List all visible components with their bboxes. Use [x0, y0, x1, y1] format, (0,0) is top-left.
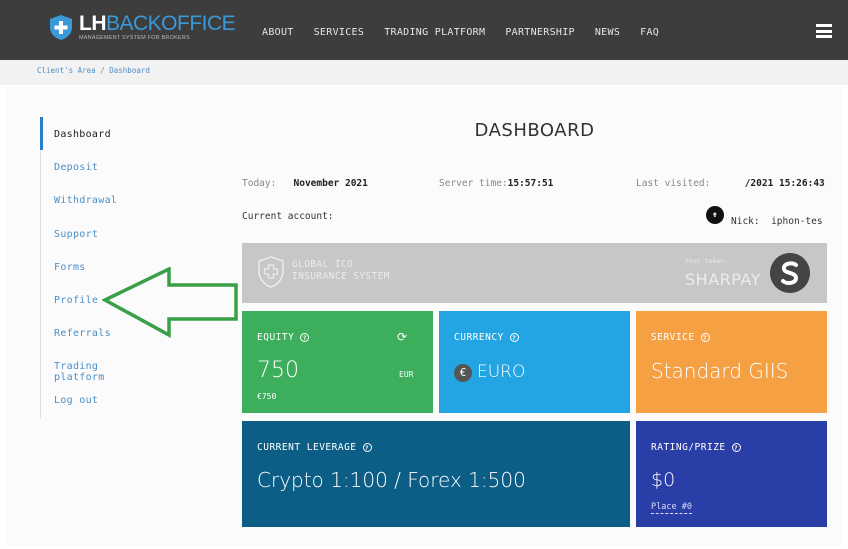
- help-icon[interactable]: ?: [731, 443, 741, 452]
- euro-coin-icon: €: [454, 364, 472, 382]
- logo[interactable]: LHBACKOFFICE MANAGEMENT SYSTEM FOR BROKE…: [50, 12, 236, 41]
- sidebar-item-forms[interactable]: Forms: [54, 262, 86, 273]
- sidebar-item-log-out[interactable]: Log out: [54, 395, 98, 406]
- help-icon[interactable]: ?: [700, 333, 710, 342]
- nick-info: Nick: iphon-tes: [731, 216, 823, 227]
- arrow-annotation-icon: [102, 267, 238, 338]
- rating-card: RATING/PRIZE? $0 Place #0: [636, 421, 827, 527]
- breadcrumb-home[interactable]: Client's Area: [37, 66, 96, 75]
- avatar[interactable]: ⇟: [706, 206, 724, 224]
- breadcrumb-current[interactable]: Dashboard: [109, 66, 150, 75]
- help-icon[interactable]: ?: [362, 443, 372, 452]
- sidebar-item-trading-platform[interactable]: Trading platform: [54, 361, 150, 383]
- shield-logo-icon: [50, 15, 72, 40]
- giis-banner[interactable]: GLOBAL ICO INSURANCE SYSTEM Your token: …: [242, 243, 827, 303]
- currency-title: CURRENCY: [454, 332, 504, 343]
- sidebar-item-deposit[interactable]: Deposit: [54, 162, 98, 173]
- equity-card: EQUITY? ⟳ 750 EUR €750: [242, 311, 433, 413]
- currency-value: EURO: [477, 362, 526, 382]
- server-time-info: Server time:15:57:51: [439, 178, 553, 189]
- page-title: DASHBOARD: [474, 120, 595, 141]
- breadcrumb-separator: /: [100, 66, 105, 75]
- banner-line2: INSURANCE SYSTEM: [292, 271, 390, 282]
- leverage-card: CURRENT LEVERAGE? Crypto 1:100 / Forex 1…: [242, 421, 630, 527]
- top-navbar: LHBACKOFFICE MANAGEMENT SYSTEM FOR BROKE…: [0, 0, 848, 60]
- server-time-label: Server time:: [439, 178, 508, 189]
- service-card: SERVICE? Standard GIIS: [636, 311, 827, 413]
- equity-title: EQUITY: [257, 332, 295, 343]
- banner-text: GLOBAL ICO INSURANCE SYSTEM: [292, 259, 390, 283]
- current-account-label: Current account:: [242, 211, 334, 222]
- leverage-title: CURRENT LEVERAGE: [257, 442, 357, 453]
- logo-lh-text: LH: [79, 12, 107, 35]
- insurance-shield-icon: [258, 256, 284, 288]
- token-label: Your token:: [685, 257, 729, 265]
- logo-subtitle: MANAGEMENT SYSTEM FOR BROKERS: [79, 35, 190, 41]
- help-icon[interactable]: ?: [300, 333, 310, 342]
- currency-card: CURRENCY? € EURO: [439, 311, 630, 413]
- banner-line1: GLOBAL ICO: [292, 259, 354, 270]
- nav-partnership[interactable]: PARTNERSHIP: [505, 27, 575, 38]
- leverage-value: Crypto 1:100 / Forex 1:500: [257, 468, 526, 492]
- today-info: Today: November 2021: [242, 178, 368, 189]
- breadcrumb-bar: Client's Area / Dashboard: [0, 60, 848, 85]
- place-link[interactable]: Place #0: [651, 502, 692, 514]
- sidebar-item-support[interactable]: Support: [54, 229, 98, 240]
- rating-value: $0: [651, 469, 676, 491]
- nav-trading-platform[interactable]: TRADING PLATFORM: [384, 27, 485, 38]
- today-label: Today:: [242, 178, 277, 189]
- rating-title: RATING/PRIZE: [651, 442, 726, 453]
- nav-services[interactable]: SERVICES: [314, 27, 365, 38]
- service-title: SERVICE: [651, 332, 695, 343]
- sidebar-item-withdrawal[interactable]: Withdrawal: [54, 195, 117, 206]
- logo-backoffice-text: BACKOFFICE: [106, 12, 236, 35]
- nav-news[interactable]: NEWS: [595, 27, 620, 38]
- sidebar-item-dashboard[interactable]: Dashboard: [54, 129, 111, 140]
- equity-currency: EUR: [399, 370, 414, 379]
- equity-sub-value: €750: [257, 392, 277, 401]
- last-visited-info: Last visited: /2021 15:26:43: [636, 178, 825, 189]
- nav-faq[interactable]: FAQ: [640, 27, 659, 38]
- sharpay-logo-icon: [770, 253, 810, 293]
- equity-value: 750: [257, 358, 299, 383]
- sidebar-active-indicator: [40, 117, 43, 150]
- server-time-value: 15:57:51: [507, 178, 554, 189]
- hamburger-icon[interactable]: [816, 24, 832, 38]
- nick-value: iphon-tes: [771, 216, 823, 227]
- today-value: November 2021: [293, 178, 368, 189]
- breadcrumb: Client's Area / Dashboard: [37, 66, 150, 75]
- main-nav: ABOUT SERVICES TRADING PLATFORM PARTNERS…: [262, 27, 679, 38]
- nav-about[interactable]: ABOUT: [262, 27, 294, 38]
- last-visited-label: Last visited:: [636, 178, 711, 189]
- token-value: SHARPAY: [685, 270, 761, 289]
- sidebar-item-profile[interactable]: Profile: [54, 295, 98, 306]
- last-visited-value: /2021 15:26:43: [744, 178, 825, 189]
- service-value: Standard GIIS: [651, 359, 789, 383]
- refresh-icon[interactable]: ⟳: [397, 330, 407, 344]
- nick-label: Nick:: [731, 216, 760, 227]
- help-icon[interactable]: ?: [509, 333, 519, 342]
